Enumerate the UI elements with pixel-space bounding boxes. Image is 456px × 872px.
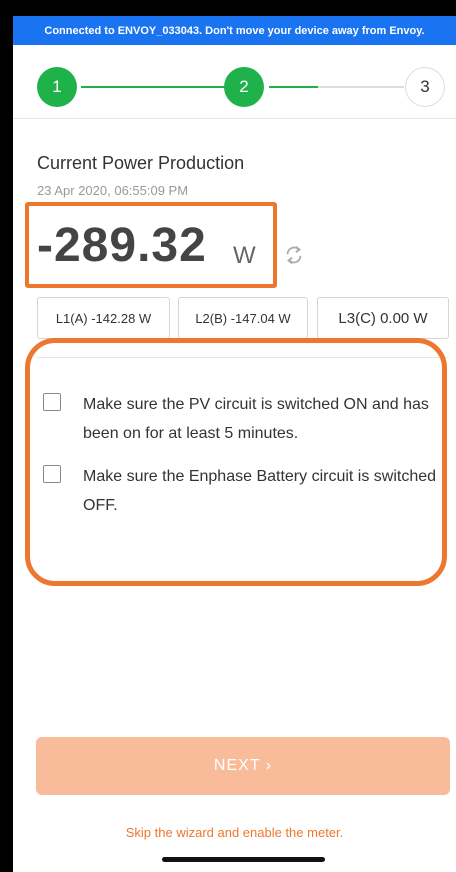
next-button[interactable]: NEXT › [36,737,450,795]
step-connector-2-3-done [269,86,318,88]
step-connector-1-2 [81,86,225,88]
step-3: 3 [405,67,445,107]
refresh-icon[interactable] [283,244,305,266]
checkbox-pv[interactable] [43,393,61,411]
wizard-stepper: 1 2 3 [13,59,456,115]
checklist-text-battery: Make sure the Enphase Battery circuit is… [83,468,437,514]
connection-banner: Connected to ENVOY_033043. Don't move yo… [13,16,456,45]
step-connector-2-3-pending [318,86,404,88]
checklist-text-pv: Make sure the PV circuit is switched ON … [83,396,429,442]
power-value: -289.32 [37,219,207,272]
skip-wizard-link[interactable]: Skip the wizard and enable the meter. [13,825,456,840]
power-title: Current Power Production [37,153,245,173]
checkbox-battery[interactable] [43,465,61,483]
power-unit: W [233,242,256,269]
step-1: 1 [37,67,77,107]
phase-l1: L1(A) -142.28 W [37,297,170,339]
phase-l2: L2(B) -147.04 W [178,297,308,339]
phase-l3: L3(C) 0.00 W [317,297,449,339]
power-timestamp: 23 Apr 2020, 06:55:09 PM [37,183,189,198]
step-2: 2 [224,67,264,107]
checklist-item-pv[interactable]: Make sure the PV circuit is switched ON … [43,390,429,450]
connection-banner-text: Connected to ENVOY_033043. Don't move yo… [44,24,425,37]
next-button-label: NEXT › [213,757,273,774]
app-screen: Connected to ENVOY_033043. Don't move yo… [13,16,456,872]
header-divider [13,118,456,119]
checklist-item-battery[interactable]: Make sure the Enphase Battery circuit is… [43,462,436,522]
home-indicator [162,857,325,862]
